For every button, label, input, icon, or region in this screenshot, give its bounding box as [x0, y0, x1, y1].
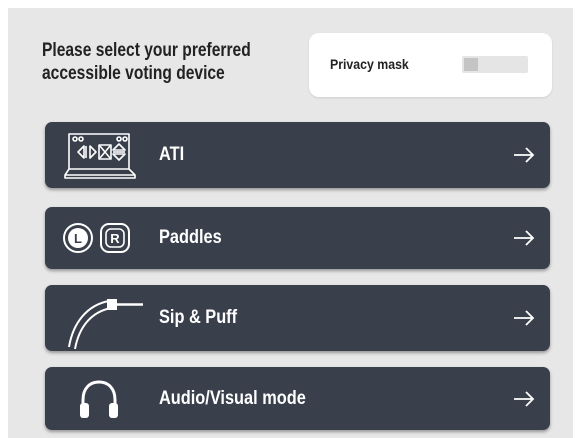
arrow-right-icon: [514, 390, 535, 407]
ati-button[interactable]: ATI: [45, 122, 550, 188]
ati-keypad-icon: [64, 133, 136, 179]
arrow-right-icon: [514, 147, 535, 163]
arrow-right-icon: [514, 230, 535, 246]
privacy-mask-toggle-thumb[interactable]: [464, 58, 478, 71]
device-selection-panel: Please select your preferred accessible …: [8, 8, 573, 438]
paddle-right-glyph: R: [110, 231, 120, 246]
paddle-left-glyph: L: [74, 231, 82, 246]
sip-puff-button[interactable]: Sip & Puff: [45, 285, 550, 351]
page-title: Please select your preferred accessible …: [42, 39, 251, 85]
privacy-mask-toggle-card[interactable]: Privacy mask: [309, 33, 552, 97]
sip-puff-label: Sip & Puff: [159, 307, 238, 328]
page-title-line-2: accessible voting device: [42, 63, 225, 84]
page-title-line-1: Please select your preferred: [42, 40, 251, 61]
sip-puff-icon: [68, 299, 143, 350]
paddles-button[interactable]: L R Paddles: [45, 207, 550, 269]
headphones-icon: [80, 380, 118, 418]
audio-visual-mode-button[interactable]: Audio/Visual mode: [45, 367, 550, 430]
paddles-label: Paddles: [159, 227, 222, 248]
privacy-mask-toggle[interactable]: [462, 56, 528, 73]
paddles-icon: L R: [63, 223, 130, 253]
privacy-mask-label: Privacy mask: [330, 56, 409, 72]
arrow-right-icon: [514, 310, 535, 326]
ati-label: ATI: [159, 144, 185, 165]
audio-visual-mode-label: Audio/Visual mode: [159, 387, 306, 409]
